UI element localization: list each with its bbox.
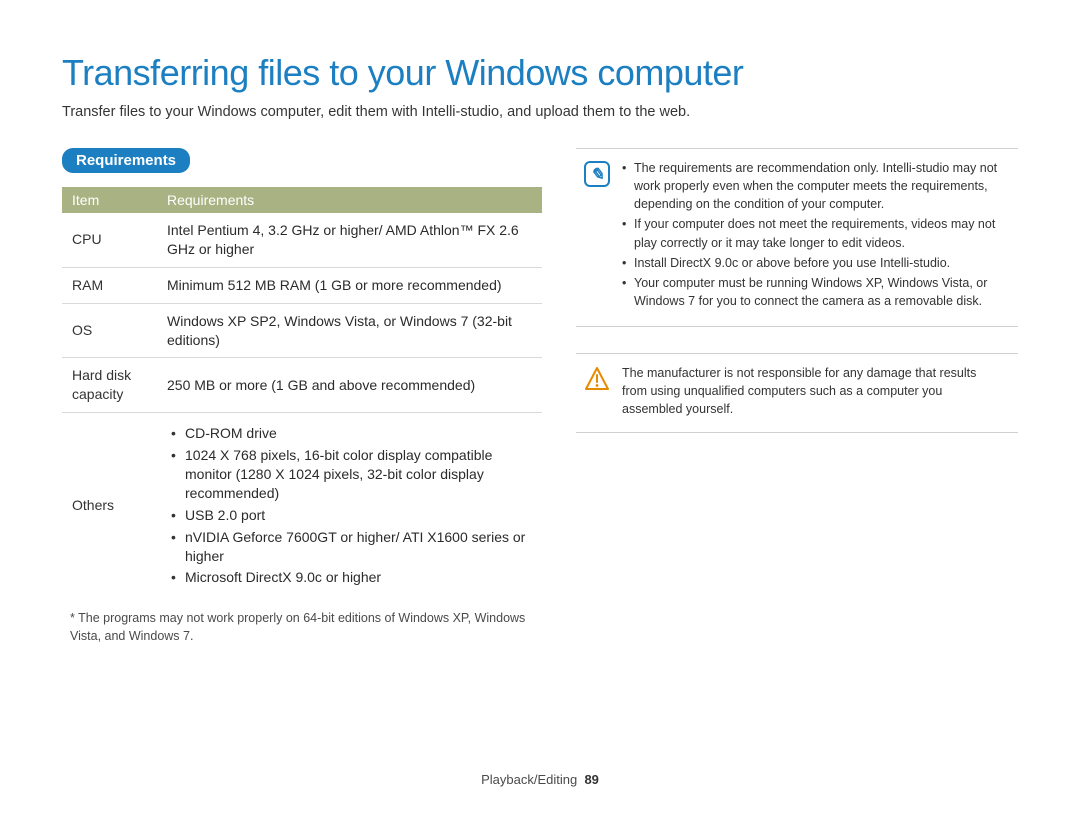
table-header-row: Item Requirements xyxy=(62,187,542,213)
header-requirements: Requirements xyxy=(157,187,542,213)
table-row: Others CD-ROM drive 1024 X 768 pixels, 1… xyxy=(62,413,542,599)
others-list: CD-ROM drive 1024 X 768 pixels, 16-bit c… xyxy=(167,424,532,587)
list-item: nVIDIA Geforce 7600GT or higher/ ATI X16… xyxy=(171,528,532,566)
requirements-heading: Requirements xyxy=(62,148,190,173)
footer-section: Playback/Editing xyxy=(481,772,577,787)
cell-cpu-label: CPU xyxy=(62,213,157,267)
warning-icon xyxy=(584,366,610,392)
footer: Playback/Editing 89 xyxy=(0,772,1080,787)
list-item: The requirements are recommendation only… xyxy=(622,159,1000,213)
two-column-layout: Requirements Item Requirements CPU Intel… xyxy=(62,148,1018,645)
warning-note-box: The manufacturer is not responsible for … xyxy=(576,353,1018,433)
intro-text: Transfer files to your Windows computer,… xyxy=(62,104,1018,120)
cell-os-label: OS xyxy=(62,303,157,358)
cell-ram-label: RAM xyxy=(62,267,157,303)
requirements-table: Item Requirements CPU Intel Pentium 4, 3… xyxy=(62,187,542,598)
list-item: CD-ROM drive xyxy=(171,424,532,443)
footer-page-number: 89 xyxy=(584,772,598,787)
cell-hdd-label: Hard disk capacity xyxy=(62,358,157,413)
svg-text:✎: ✎ xyxy=(590,165,604,184)
warning-text: The manufacturer is not responsible for … xyxy=(622,364,1000,418)
list-item: 1024 X 768 pixels, 16-bit color display … xyxy=(171,446,532,503)
info-icon: ✎ xyxy=(584,161,610,187)
list-item: Microsoft DirectX 9.0c or higher xyxy=(171,568,532,587)
info-note-box: ✎ The requirements are recommendation on… xyxy=(576,148,1018,327)
info-note-list: The requirements are recommendation only… xyxy=(622,159,1000,312)
left-column: Requirements Item Requirements CPU Intel… xyxy=(62,148,542,645)
list-item: If your computer does not meet the requi… xyxy=(622,215,1000,251)
table-row: CPU Intel Pentium 4, 3.2 GHz or higher/ … xyxy=(62,213,542,267)
cell-others-value: CD-ROM drive 1024 X 768 pixels, 16-bit c… xyxy=(157,413,542,599)
page-content: Transferring files to your Windows compu… xyxy=(0,0,1080,685)
list-item: USB 2.0 port xyxy=(171,506,532,525)
table-row: Hard disk capacity 250 MB or more (1 GB … xyxy=(62,358,542,413)
cell-ram-value: Minimum 512 MB RAM (1 GB or more recomme… xyxy=(157,267,542,303)
header-item: Item xyxy=(62,187,157,213)
list-item: Your computer must be running Windows XP… xyxy=(622,274,1000,310)
cell-hdd-value: 250 MB or more (1 GB and above recommend… xyxy=(157,358,542,413)
right-column: ✎ The requirements are recommendation on… xyxy=(576,148,1018,433)
table-row: RAM Minimum 512 MB RAM (1 GB or more rec… xyxy=(62,267,542,303)
footnote: * The programs may not work properly on … xyxy=(62,610,542,645)
table-row: OS Windows XP SP2, Windows Vista, or Win… xyxy=(62,303,542,358)
cell-os-value: Windows XP SP2, Windows Vista, or Window… xyxy=(157,303,542,358)
cell-others-label: Others xyxy=(62,413,157,599)
list-item: Install DirectX 9.0c or above before you… xyxy=(622,254,1000,272)
cell-cpu-value: Intel Pentium 4, 3.2 GHz or higher/ AMD … xyxy=(157,213,542,267)
page-title: Transferring files to your Windows compu… xyxy=(62,52,1018,94)
